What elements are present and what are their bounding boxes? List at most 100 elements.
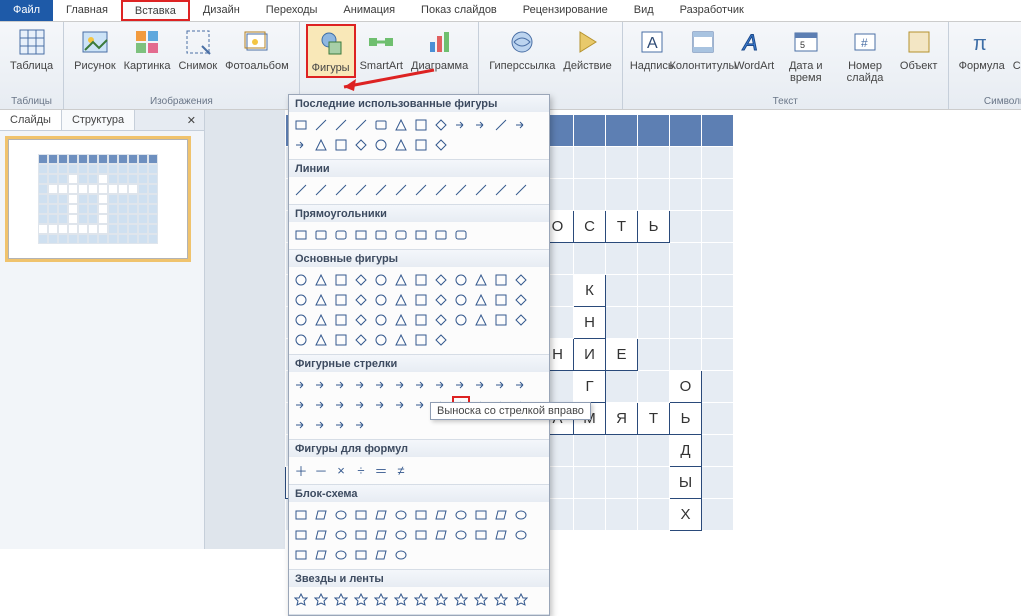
- album-button[interactable]: Фотоальбом: [221, 24, 293, 74]
- shape-item[interactable]: [292, 116, 310, 134]
- shape-item[interactable]: [292, 311, 310, 329]
- shape-item[interactable]: [492, 116, 510, 134]
- slidenum-button[interactable]: #Номер слайда: [834, 24, 895, 86]
- shape-item[interactable]: [292, 396, 310, 414]
- textbox-button[interactable]: AНадпись: [629, 24, 675, 74]
- shape-item[interactable]: [432, 506, 450, 524]
- datetime-button[interactable]: 5Дата и время: [777, 24, 834, 86]
- shape-item[interactable]: [512, 291, 530, 309]
- shape-item[interactable]: [512, 271, 530, 289]
- shape-item[interactable]: [492, 181, 510, 199]
- shape-item[interactable]: [372, 136, 390, 154]
- shape-item[interactable]: [332, 116, 350, 134]
- tab-view[interactable]: Вид: [621, 0, 667, 21]
- shape-item[interactable]: [372, 181, 390, 199]
- shape-item[interactable]: [452, 311, 470, 329]
- shape-item[interactable]: [332, 396, 350, 414]
- shape-item[interactable]: [472, 526, 490, 544]
- shape-item[interactable]: [512, 591, 530, 609]
- shape-item[interactable]: [312, 291, 330, 309]
- shape-item[interactable]: [312, 376, 330, 394]
- shape-item[interactable]: [492, 591, 510, 609]
- shape-item[interactable]: [472, 181, 490, 199]
- shape-item[interactable]: [292, 226, 310, 244]
- shape-item[interactable]: [432, 116, 450, 134]
- shape-item[interactable]: [472, 291, 490, 309]
- shape-item[interactable]: [332, 376, 350, 394]
- shape-item[interactable]: [452, 526, 470, 544]
- shape-item[interactable]: [412, 116, 430, 134]
- shape-item[interactable]: [472, 591, 490, 609]
- shape-item[interactable]: [392, 116, 410, 134]
- shape-item[interactable]: [472, 271, 490, 289]
- shape-item[interactable]: [452, 591, 470, 609]
- shape-item[interactable]: [332, 136, 350, 154]
- shape-item[interactable]: [372, 526, 390, 544]
- shape-item[interactable]: [372, 376, 390, 394]
- shape-item[interactable]: [412, 181, 430, 199]
- outline-tab[interactable]: Структура: [62, 110, 135, 130]
- shape-item[interactable]: ≠: [392, 461, 410, 479]
- shape-item[interactable]: [372, 506, 390, 524]
- shape-item[interactable]: [412, 376, 430, 394]
- shape-item[interactable]: [492, 291, 510, 309]
- shape-item[interactable]: [392, 226, 410, 244]
- shape-item[interactable]: [312, 226, 330, 244]
- shape-item[interactable]: [332, 416, 350, 434]
- shape-item[interactable]: [312, 181, 330, 199]
- shape-item[interactable]: [332, 181, 350, 199]
- shape-item[interactable]: ＝: [372, 461, 390, 479]
- shape-item[interactable]: [332, 271, 350, 289]
- screenshot-button[interactable]: Снимок: [174, 24, 221, 74]
- shape-item[interactable]: [312, 591, 330, 609]
- picture-button[interactable]: Рисунок: [70, 24, 120, 74]
- shape-item[interactable]: [492, 376, 510, 394]
- tab-file[interactable]: Файл: [0, 0, 53, 21]
- tab-review[interactable]: Рецензирование: [510, 0, 621, 21]
- shape-item[interactable]: [452, 291, 470, 309]
- shape-item[interactable]: [332, 331, 350, 349]
- shape-item[interactable]: [372, 291, 390, 309]
- shape-item[interactable]: ÷: [352, 461, 370, 479]
- shape-item[interactable]: [352, 181, 370, 199]
- shape-item[interactable]: [292, 181, 310, 199]
- shape-item[interactable]: [372, 226, 390, 244]
- shape-item[interactable]: [352, 396, 370, 414]
- shape-item[interactable]: [372, 271, 390, 289]
- shape-item[interactable]: [352, 591, 370, 609]
- shape-item[interactable]: [392, 376, 410, 394]
- shape-item[interactable]: [492, 271, 510, 289]
- shape-item[interactable]: [432, 181, 450, 199]
- shape-item[interactable]: [512, 181, 530, 199]
- shape-item[interactable]: [512, 526, 530, 544]
- shape-item[interactable]: [432, 226, 450, 244]
- shape-item[interactable]: [352, 376, 370, 394]
- shape-item[interactable]: [372, 116, 390, 134]
- shape-item[interactable]: [492, 506, 510, 524]
- shape-item[interactable]: [512, 376, 530, 394]
- shape-item[interactable]: [292, 506, 310, 524]
- shape-item[interactable]: [392, 526, 410, 544]
- shape-item[interactable]: [292, 291, 310, 309]
- shape-item[interactable]: [332, 591, 350, 609]
- table-button[interactable]: Таблица: [6, 24, 57, 74]
- shape-item[interactable]: [412, 506, 430, 524]
- object-button[interactable]: Объект: [896, 24, 942, 74]
- shape-item[interactable]: [472, 311, 490, 329]
- slides-tab[interactable]: Слайды: [0, 110, 62, 130]
- shape-item[interactable]: [412, 311, 430, 329]
- shape-item[interactable]: [492, 526, 510, 544]
- shape-item[interactable]: [312, 331, 330, 349]
- shape-item[interactable]: [332, 311, 350, 329]
- shape-item[interactable]: [312, 116, 330, 134]
- shape-item[interactable]: [432, 591, 450, 609]
- shape-item[interactable]: [352, 526, 370, 544]
- shape-item[interactable]: [312, 311, 330, 329]
- shape-item[interactable]: [312, 416, 330, 434]
- shape-item[interactable]: [352, 506, 370, 524]
- shape-item[interactable]: [352, 116, 370, 134]
- shape-item[interactable]: [412, 226, 430, 244]
- clipart-button[interactable]: Картинка: [120, 24, 175, 74]
- shape-item[interactable]: [352, 271, 370, 289]
- shape-item[interactable]: ×: [332, 461, 350, 479]
